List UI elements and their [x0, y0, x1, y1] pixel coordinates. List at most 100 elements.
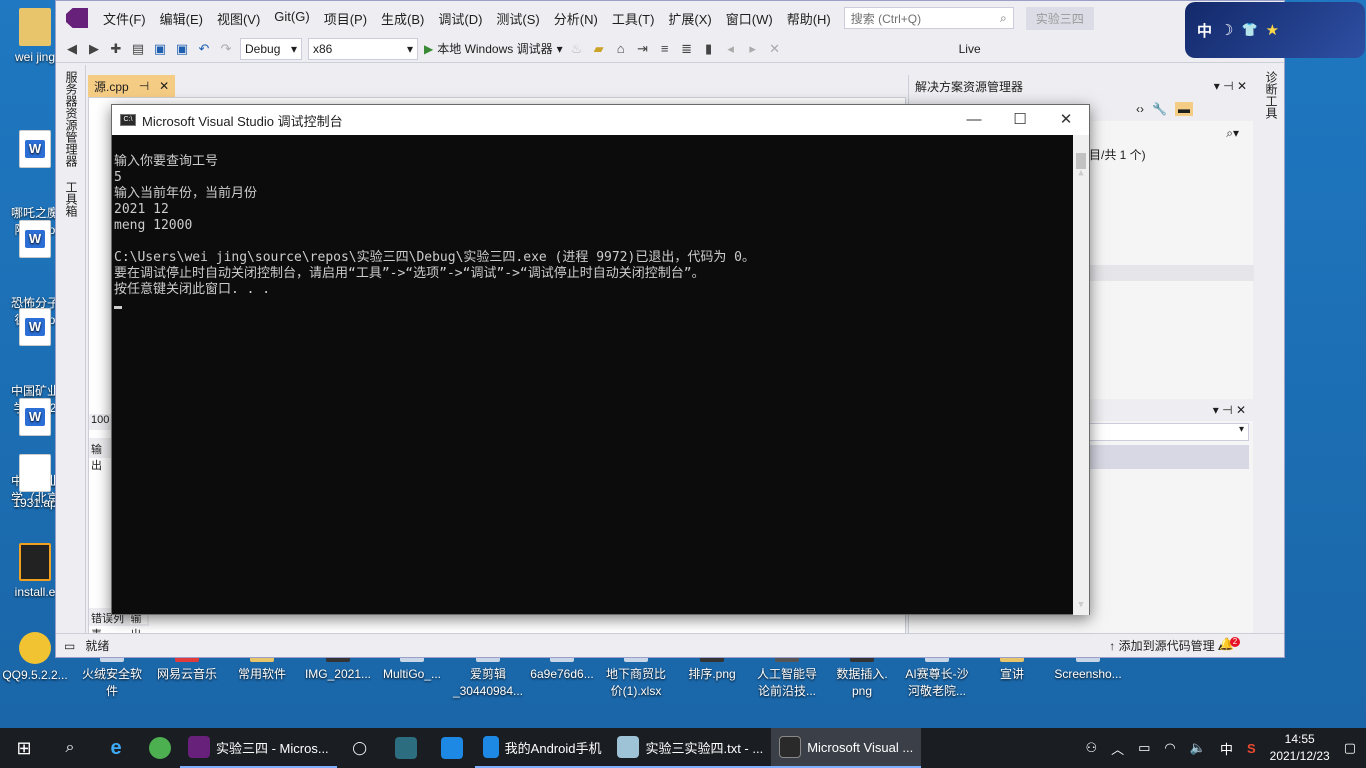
app-icon: [440, 737, 463, 759]
wifi-icon[interactable]: ◠: [1164, 740, 1175, 756]
desktop-icon-data-png[interactable]: 数据插入. png: [824, 652, 900, 700]
bookmark-next-icon[interactable]: ▸: [745, 41, 761, 57]
battery-icon[interactable]: ▭: [1138, 740, 1150, 756]
taskbar-item-console[interactable]: Microsoft Visual ...: [771, 728, 922, 768]
user-folder-icon: [19, 8, 51, 46]
wrench-icon[interactable]: 🔧: [1152, 102, 1167, 116]
step-icon[interactable]: ⇥: [635, 41, 651, 57]
server-explorer-tab[interactable]: 服务器资源管理器: [63, 71, 80, 167]
menu-edit[interactable]: 编辑(E): [153, 5, 210, 32]
menu-view[interactable]: 视图(V): [210, 5, 267, 32]
zoom-level[interactable]: 100: [89, 414, 113, 430]
undo-icon[interactable]: ↶: [196, 41, 212, 57]
notification-count-badge: 2: [1230, 637, 1240, 647]
star-icon[interactable]: ★: [1266, 21, 1279, 39]
ime-language[interactable]: 中: [1197, 20, 1212, 41]
desktop-icon-ai-intro[interactable]: 人工智能导 论前沿技...: [749, 652, 825, 700]
back-icon[interactable]: ◀: [64, 41, 80, 57]
folder-icon[interactable]: ▰: [591, 41, 607, 57]
toolbox-tab[interactable]: 工具箱: [63, 181, 80, 217]
scroll-down-icon[interactable]: ▼: [1073, 597, 1089, 613]
diagnostic-tools-tab[interactable]: 诊断工具: [1263, 71, 1280, 119]
console-output[interactable]: 输入你要查询工号 5 输入当前年份，当前月份 2021 12 meng 12000 C:\…: [112, 135, 1089, 615]
taskbar-app2[interactable]: [429, 728, 475, 768]
phone-icon: [482, 736, 499, 758]
windows-logo-icon: ⊞: [16, 737, 32, 758]
bookmark-clear-icon[interactable]: ✕: [767, 41, 783, 57]
menu-file[interactable]: 文件(F): [96, 5, 153, 32]
code-icon[interactable]: ‹›: [1136, 102, 1144, 116]
collapse-icon[interactable]: ▬: [1175, 102, 1193, 116]
save-icon[interactable]: ▣: [152, 41, 168, 57]
fire-icon[interactable]: ♨: [569, 41, 585, 57]
ime-indicator[interactable]: 中: [1220, 739, 1233, 758]
forward-icon[interactable]: ▶: [86, 41, 102, 57]
vs-toolbar: ◀ ▶ ✚ ▤ ▣ ▣ ↶ ↷ Debug ▾ x86 ▾ ▶ 本地 Windows …: [56, 35, 1284, 63]
vs-search-box[interactable]: 搜索 (Ctrl+Q) ⌕: [843, 7, 1014, 29]
bookmark-icon[interactable]: ▮: [701, 41, 717, 57]
desktop-icon-aijianji[interactable]: 爱剪辑 _30440984...: [450, 652, 526, 700]
console-scrollbar[interactable]: ▲ ▼: [1073, 135, 1089, 615]
bookmark-prev-icon[interactable]: ◂: [723, 41, 739, 57]
menu-extensions[interactable]: 扩展(X): [661, 5, 718, 32]
taskbar-ie[interactable]: e: [92, 728, 140, 768]
taskbar-app[interactable]: [383, 728, 429, 768]
pin-icon[interactable]: ⊣: [139, 79, 149, 93]
config-select[interactable]: Debug ▾: [240, 37, 302, 60]
volume-icon[interactable]: 🔈: [1190, 740, 1206, 756]
open-folder-icon[interactable]: ▤: [130, 41, 146, 57]
clock[interactable]: 14:55 2021/12/23: [1270, 731, 1330, 765]
doc-tab-source[interactable]: 源.cpp ⊣ ✕: [88, 75, 176, 97]
close-button[interactable]: ✕: [1043, 105, 1089, 135]
chevron-up-icon[interactable]: ︿: [1111, 739, 1124, 758]
comment-icon[interactable]: ≣: [679, 41, 695, 57]
platform-select[interactable]: x86 ▾: [308, 37, 418, 60]
menu-tools[interactable]: 工具(T): [605, 5, 662, 32]
taskbar-360[interactable]: [140, 728, 180, 768]
taskbar-item-notepad[interactable]: 实验三实验四.txt - ...: [609, 728, 772, 768]
start-button[interactable]: ⊞: [0, 728, 48, 768]
maximize-button[interactable]: ☐: [997, 105, 1043, 135]
new-project-icon[interactable]: ✚: [108, 41, 124, 57]
shirt-icon[interactable]: 👕: [1241, 22, 1257, 38]
notification-center-icon[interactable]: ▢: [1344, 740, 1356, 756]
menu-build[interactable]: 生成(B): [374, 5, 431, 32]
desktop-icon-label: 数据插入. png: [836, 667, 888, 698]
moon-icon[interactable]: ☽: [1220, 21, 1233, 39]
taskbar-item-android[interactable]: 我的Android手机: [474, 728, 610, 768]
properties-select[interactable]: ▾: [1089, 423, 1249, 441]
start-debugging-button[interactable]: ▶ 本地 Windows 调试器 ▾: [424, 40, 563, 57]
desktop-icon-huorong[interactable]: 火绒安全软 件: [74, 652, 150, 700]
align-icon[interactable]: ≡: [657, 41, 673, 57]
menu-project[interactable]: 项目(P): [317, 5, 374, 32]
home-icon[interactable]: ⌂: [613, 41, 629, 57]
taskbar-item-vs[interactable]: 实验三四 - Micros...: [180, 728, 337, 768]
scroll-thumb[interactable]: [1076, 153, 1086, 169]
desktop-icon-label: MultiGo_...: [382, 667, 442, 681]
ime-status-widget[interactable]: 中 ☽ 👕 ★: [1185, 2, 1365, 58]
menu-test[interactable]: 测试(S): [489, 5, 546, 32]
debug-console-window: C:\ Microsoft Visual Studio 调试控制台 — ☐ ✕ …: [111, 104, 1090, 615]
search-icon: ⌕: [65, 739, 75, 756]
desktop-icon-ai-contest[interactable]: AI赛尊长-沙 河敬老院...: [899, 652, 975, 700]
save-all-icon[interactable]: ▣: [174, 41, 190, 57]
menu-help[interactable]: 帮助(H): [780, 5, 838, 32]
people-icon[interactable]: ⚇: [1085, 740, 1097, 756]
minimize-button[interactable]: —: [951, 105, 997, 135]
close-icon[interactable]: ✕: [159, 79, 169, 93]
menu-debug[interactable]: 调试(D): [431, 5, 489, 32]
menu-window[interactable]: 窗口(W): [719, 5, 780, 32]
console-line: 要在调试停止时自动关闭控制台，请启用“工具”->“选项”->“调试”->“调试停…: [114, 266, 705, 281]
live-share-button[interactable]: Live: [959, 42, 981, 56]
desktop-icon-label: 宣讲: [999, 667, 1024, 681]
sogou-icon[interactable]: S: [1247, 741, 1256, 756]
menu-analyze[interactable]: 分析(N): [547, 5, 605, 32]
desktop-icon-xlsx[interactable]: 地下商贸比 价(1).xlsx: [598, 652, 674, 700]
taskbar-camera[interactable]: ◯: [337, 728, 383, 768]
browser-icon: [149, 737, 171, 759]
menu-git[interactable]: Git(G): [267, 5, 316, 32]
search-button[interactable]: ⌕: [48, 728, 92, 768]
add-to-source-control-button[interactable]: ↑ 添加到源代码管理 ▴: [1109, 637, 1224, 654]
redo-icon[interactable]: ↷: [218, 41, 234, 57]
output-panel-tab[interactable]: 输出: [89, 438, 113, 472]
